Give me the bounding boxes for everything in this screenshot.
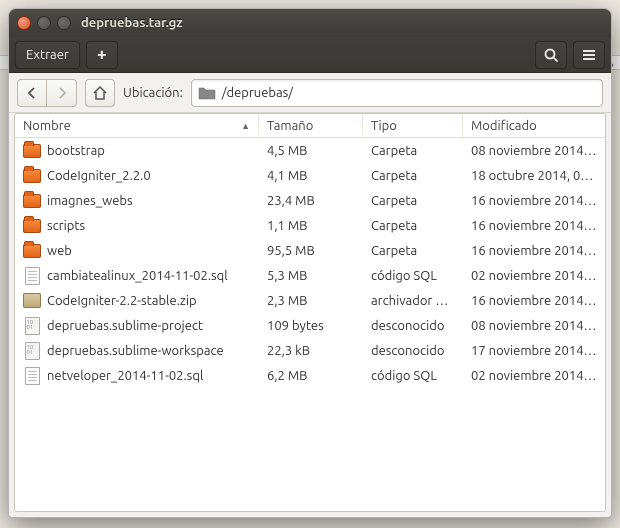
search-button[interactable] xyxy=(535,41,567,69)
file-name: depruebas.sublime-workspace xyxy=(47,344,224,358)
file-type: código SQL xyxy=(363,367,463,385)
file-name: CodeIgniter-2.2-stable.zip xyxy=(47,294,197,308)
folder-icon xyxy=(23,192,41,210)
file-size: 23,4 MB xyxy=(259,192,363,210)
file-name: scripts xyxy=(47,219,85,233)
titlebar[interactable]: depruebas.tar.gz xyxy=(9,9,611,37)
file-size: 22,3 kB xyxy=(259,342,363,360)
file-modified: 16 noviembre 2014… xyxy=(463,217,605,235)
header-name[interactable]: Nombre ▲ xyxy=(15,114,259,137)
archive-icon xyxy=(23,292,41,310)
file-size: 6,2 MB xyxy=(259,367,363,385)
file-type: desconocido xyxy=(363,342,463,360)
file-size: 95,5 MB xyxy=(259,242,363,260)
folder-icon xyxy=(23,242,41,260)
binary-file-icon: 1001 xyxy=(23,342,41,360)
file-name: bootstrap xyxy=(47,144,105,158)
location-label: Ubicación: xyxy=(123,86,183,100)
file-name: CodeIgniter_2.2.0 xyxy=(47,169,151,183)
table-row[interactable]: 1001 depruebas.sublime-project 109 bytesde… xyxy=(15,313,605,338)
window-title: depruebas.tar.gz xyxy=(81,16,183,30)
file-name: web xyxy=(47,244,72,258)
file-size: 1,1 MB xyxy=(259,217,363,235)
table-row[interactable]: CodeIgniter-2.2-stable.zip 2,3 MBarchivad… xyxy=(15,288,605,313)
extract-button[interactable]: Extraer xyxy=(15,41,80,69)
header-type[interactable]: Tipo xyxy=(363,114,463,137)
file-modified: 02 noviembre 2014… xyxy=(463,267,605,285)
table-row[interactable]: web 95,5 MBCarpeta16 noviembre 2014… xyxy=(15,238,605,263)
back-button[interactable] xyxy=(17,79,47,107)
home-button[interactable] xyxy=(85,79,115,107)
table-row[interactable]: cambiatealinux_2014-11-02.sql 5,3 MBcódig… xyxy=(15,263,605,288)
file-modified: 16 noviembre 2014… xyxy=(463,242,605,260)
header-size[interactable]: Tamaño xyxy=(259,114,363,137)
binary-file-icon: 1001 xyxy=(23,317,41,335)
table-row[interactable]: bootstrap 4,5 MBCarpeta08 noviembre 2014… xyxy=(15,138,605,163)
file-modified: 08 noviembre 2014… xyxy=(463,317,605,335)
column-headers: Nombre ▲ Tamaño Tipo Modificado xyxy=(15,114,605,138)
file-icon xyxy=(23,267,41,285)
table-row[interactable]: netveloper_2014-11-02.sql 6,2 MBcódigo SQ… xyxy=(15,363,605,388)
file-modified: 02 noviembre 2014… xyxy=(463,367,605,385)
folder-icon xyxy=(198,85,216,101)
search-icon xyxy=(543,47,559,63)
navigation-bar: Ubicación: /depruebas/ xyxy=(9,73,611,113)
file-modified: 16 noviembre 2014… xyxy=(463,192,605,210)
file-modified: 17 noviembre 2014… xyxy=(463,342,605,360)
sort-ascending-icon: ▲ xyxy=(241,121,250,131)
file-type: Carpeta xyxy=(363,192,463,210)
file-modified: 08 noviembre 2014… xyxy=(463,142,605,160)
chevron-right-icon xyxy=(57,87,67,99)
file-type: código SQL xyxy=(363,267,463,285)
home-icon xyxy=(92,85,108,101)
file-name: cambiatealinux_2014-11-02.sql xyxy=(47,269,228,283)
file-type: Carpeta xyxy=(363,167,463,185)
file-size: 5,3 MB xyxy=(259,267,363,285)
table-row[interactable]: imagnes_webs 23,4 MBCarpeta16 noviembre 2… xyxy=(15,188,605,213)
file-icon xyxy=(23,367,41,385)
table-row[interactable]: 1001 depruebas.sublime-workspace 22,3 kBde… xyxy=(15,338,605,363)
file-name: netveloper_2014-11-02.sql xyxy=(47,369,203,383)
folder-icon xyxy=(23,142,41,160)
file-size: 4,1 MB xyxy=(259,167,363,185)
maximize-icon[interactable] xyxy=(57,16,71,30)
file-modified: 16 noviembre 2014… xyxy=(463,292,605,310)
file-size: 4,5 MB xyxy=(259,142,363,160)
folder-icon xyxy=(23,217,41,235)
archive-window: depruebas.tar.gz Extraer + Ubicación: xyxy=(8,8,612,518)
path-text: /depruebas/ xyxy=(222,86,293,100)
toolbar: Extraer + xyxy=(9,37,611,73)
plus-icon: + xyxy=(97,45,107,64)
table-row[interactable]: CodeIgniter_2.2.0 4,1 MBCarpeta18 octubre… xyxy=(15,163,605,188)
path-input[interactable]: /depruebas/ xyxy=(191,79,603,107)
file-list: Nombre ▲ Tamaño Tipo Modificado bootstra… xyxy=(14,113,606,512)
file-name: depruebas.sublime-project xyxy=(47,319,203,333)
folder-icon xyxy=(23,167,41,185)
forward-button[interactable] xyxy=(47,79,77,107)
file-type: Carpeta xyxy=(363,217,463,235)
menu-button[interactable] xyxy=(573,41,605,69)
file-size: 2,3 MB xyxy=(259,292,363,310)
file-type: Carpeta xyxy=(363,242,463,260)
file-name: imagnes_webs xyxy=(47,194,133,208)
file-type: desconocido xyxy=(363,317,463,335)
file-modified: 18 octubre 2014, 0… xyxy=(463,167,605,185)
file-type: archivador … xyxy=(363,292,463,310)
hamburger-icon xyxy=(581,47,597,63)
table-row[interactable]: scripts 1,1 MBCarpeta16 noviembre 2014… xyxy=(15,213,605,238)
close-icon[interactable] xyxy=(17,16,31,30)
add-button[interactable]: + xyxy=(86,41,118,69)
file-type: Carpeta xyxy=(363,142,463,160)
minimize-icon[interactable] xyxy=(37,16,51,30)
header-modified[interactable]: Modificado xyxy=(463,114,605,137)
file-size: 109 bytes xyxy=(259,317,363,335)
chevron-left-icon xyxy=(27,87,37,99)
